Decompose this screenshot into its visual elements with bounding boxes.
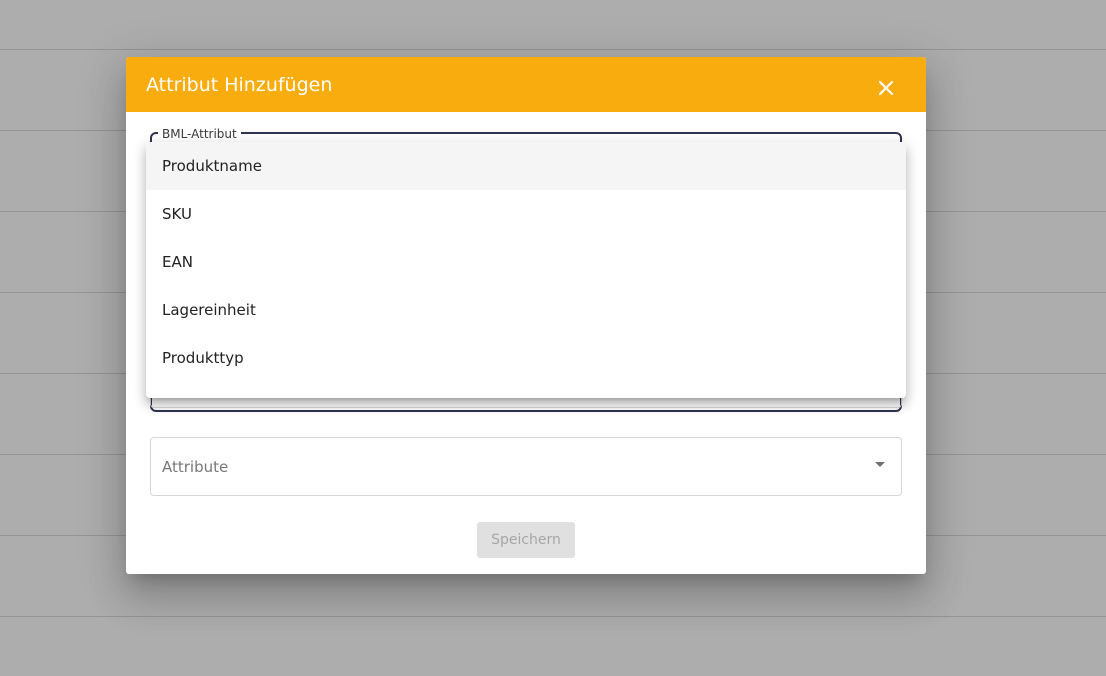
attribute-placeholder: Attribute <box>162 458 229 476</box>
attribute-select[interactable] <box>150 437 902 496</box>
dropdown-option[interactable]: Lagereinheit <box>146 286 906 334</box>
dropdown-option[interactable]: SKU <box>146 190 906 238</box>
dialog-title: Attribut Hinzufügen <box>146 74 333 96</box>
bml-attribute-dropdown: Produktname SKU EAN Lagereinheit Produkt… <box>146 142 906 398</box>
background-divider <box>0 616 1106 617</box>
dropdown-arrow-icon[interactable] <box>875 462 885 467</box>
close-button[interactable] <box>866 71 906 103</box>
dropdown-option[interactable]: Produkttyp <box>146 334 906 382</box>
dropdown-option[interactable]: EAN <box>146 238 906 286</box>
save-button[interactable]: Speichern <box>477 522 575 558</box>
close-icon <box>878 80 894 96</box>
bml-attribute-label: BML-Attribut <box>158 127 241 141</box>
dialog-header: Attribut Hinzufügen <box>126 57 926 112</box>
dropdown-option[interactable]: Produktname <box>146 142 906 190</box>
background-divider <box>0 49 1106 50</box>
